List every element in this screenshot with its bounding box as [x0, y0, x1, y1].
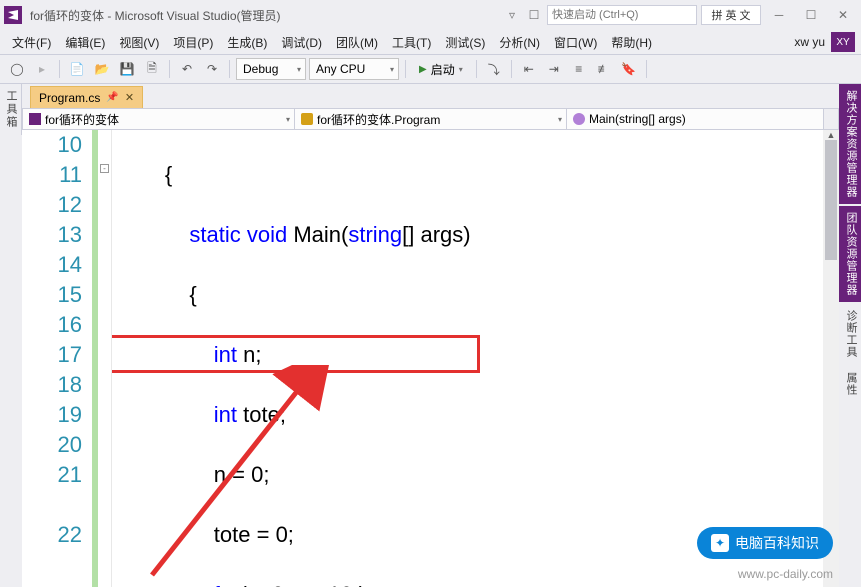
- vertical-scrollbar[interactable]: ▲: [823, 130, 839, 587]
- menu-analyze[interactable]: 分析(N): [493, 32, 546, 53]
- code-nav-bar: for循环的变体 for循环的变体.Program Main(string[] …: [22, 108, 839, 130]
- pin-icon[interactable]: 📌: [106, 92, 118, 103]
- menu-view[interactable]: 视图(V): [113, 32, 165, 53]
- save-all-button[interactable]: 🗎: [141, 58, 163, 80]
- right-tool-tabs: 解决方案资源管理器 团队资源管理器 诊断工具 属性: [839, 84, 861, 587]
- nav-fwd-button[interactable]: ▸: [31, 58, 53, 80]
- minimize-button[interactable]: ─: [765, 5, 793, 25]
- ime-indicator[interactable]: 拼 英 文: [701, 5, 761, 25]
- tab-program-cs[interactable]: Program.cs 📌 ✕: [30, 86, 143, 108]
- close-button[interactable]: ✕: [829, 5, 857, 25]
- outline-margin[interactable]: -: [98, 130, 112, 587]
- class-icon: [301, 113, 313, 125]
- properties-tab[interactable]: 属性: [839, 366, 861, 402]
- user-avatar[interactable]: XY: [831, 32, 855, 52]
- code-content[interactable]: { static void Main(string[] args) { int …: [112, 130, 839, 587]
- user-name[interactable]: xw yu: [794, 35, 825, 49]
- play-icon: ▶: [419, 64, 427, 75]
- new-project-button[interactable]: 📄: [66, 58, 88, 80]
- bookmark-button[interactable]: 🔖: [618, 58, 640, 80]
- menu-window[interactable]: 窗口(W): [548, 32, 603, 53]
- scroll-thumb[interactable]: [825, 140, 837, 260]
- team-explorer-tab[interactable]: 团队资源管理器: [839, 206, 861, 302]
- watermark-brand: ✦ 电脑百科知识: [697, 527, 833, 559]
- menu-test[interactable]: 测试(S): [439, 32, 491, 53]
- csharp-icon: [29, 113, 41, 125]
- feedback-icon[interactable]: ☐: [525, 6, 543, 24]
- menu-file[interactable]: 文件(F): [6, 32, 57, 53]
- redo-button[interactable]: ↷: [201, 58, 223, 80]
- menu-project[interactable]: 项目(P): [167, 32, 219, 53]
- line-number-gutter: 10 11 12 13 14 15 16 17 18 19 20 21 22: [22, 130, 92, 587]
- tab-label: Program.cs: [39, 91, 100, 105]
- nav-member-dropdown[interactable]: Main(string[] args): [567, 109, 838, 129]
- nav-project-dropdown[interactable]: for循环的变体: [23, 109, 295, 129]
- start-label: 启动: [431, 61, 455, 78]
- toolbox-tab[interactable]: 工具箱: [0, 84, 22, 135]
- tab-close-icon[interactable]: ✕: [125, 91, 134, 104]
- undo-button[interactable]: ↶: [176, 58, 198, 80]
- menu-team[interactable]: 团队(M): [330, 32, 384, 53]
- indent-more-button[interactable]: ⇥: [543, 58, 565, 80]
- watermark-icon: ✦: [711, 534, 729, 552]
- menu-edit[interactable]: 编辑(E): [59, 32, 111, 53]
- nav-back-button[interactable]: ◯: [6, 58, 28, 80]
- menu-help[interactable]: 帮助(H): [605, 32, 658, 53]
- nav-class-dropdown[interactable]: for循环的变体.Program: [295, 109, 567, 129]
- collapse-icon[interactable]: -: [100, 164, 109, 173]
- menu-build[interactable]: 生成(B): [221, 32, 273, 53]
- window-title: for循环的变体 - Microsoft Visual Studio(管理员): [30, 7, 281, 24]
- notification-icon[interactable]: ▿: [503, 6, 521, 24]
- start-debug-button[interactable]: ▶ 启动 ▾: [412, 58, 470, 80]
- toolbar: ◯ ▸ 📄 📂 💾 🗎 ↶ ↷ Debug Any CPU ▶ 启动 ▾ ⤵ ⇤…: [0, 54, 861, 84]
- save-button[interactable]: 💾: [116, 58, 138, 80]
- method-icon: [573, 113, 585, 125]
- platform-dropdown[interactable]: Any CPU: [309, 58, 399, 80]
- indent-less-button[interactable]: ⇤: [518, 58, 540, 80]
- diagnostics-tab[interactable]: 诊断工具: [839, 304, 861, 364]
- document-tab-well: Program.cs 📌 ✕: [0, 84, 861, 108]
- step-button[interactable]: ⤵: [483, 58, 505, 80]
- config-dropdown[interactable]: Debug: [236, 58, 306, 80]
- solution-explorer-tab[interactable]: 解决方案资源管理器: [839, 84, 861, 204]
- menu-tools[interactable]: 工具(T): [386, 32, 437, 53]
- open-button[interactable]: 📂: [91, 58, 113, 80]
- titlebar: for循环的变体 - Microsoft Visual Studio(管理员) …: [0, 0, 861, 30]
- code-editor[interactable]: 10 11 12 13 14 15 16 17 18 19 20 21 22 -…: [22, 130, 839, 587]
- menu-debug[interactable]: 调试(D): [275, 32, 328, 53]
- menubar: 文件(F) 编辑(E) 视图(V) 项目(P) 生成(B) 调试(D) 团队(M…: [0, 30, 861, 54]
- split-handle[interactable]: [823, 108, 839, 130]
- comment-button[interactable]: ≡: [568, 58, 590, 80]
- watermark-url: www.pc-daily.com: [738, 567, 833, 581]
- uncomment-button[interactable]: ≢: [593, 58, 615, 80]
- maximize-button[interactable]: ☐: [797, 5, 825, 25]
- quick-launch-input[interactable]: [547, 5, 697, 25]
- vs-logo-icon: [4, 6, 22, 24]
